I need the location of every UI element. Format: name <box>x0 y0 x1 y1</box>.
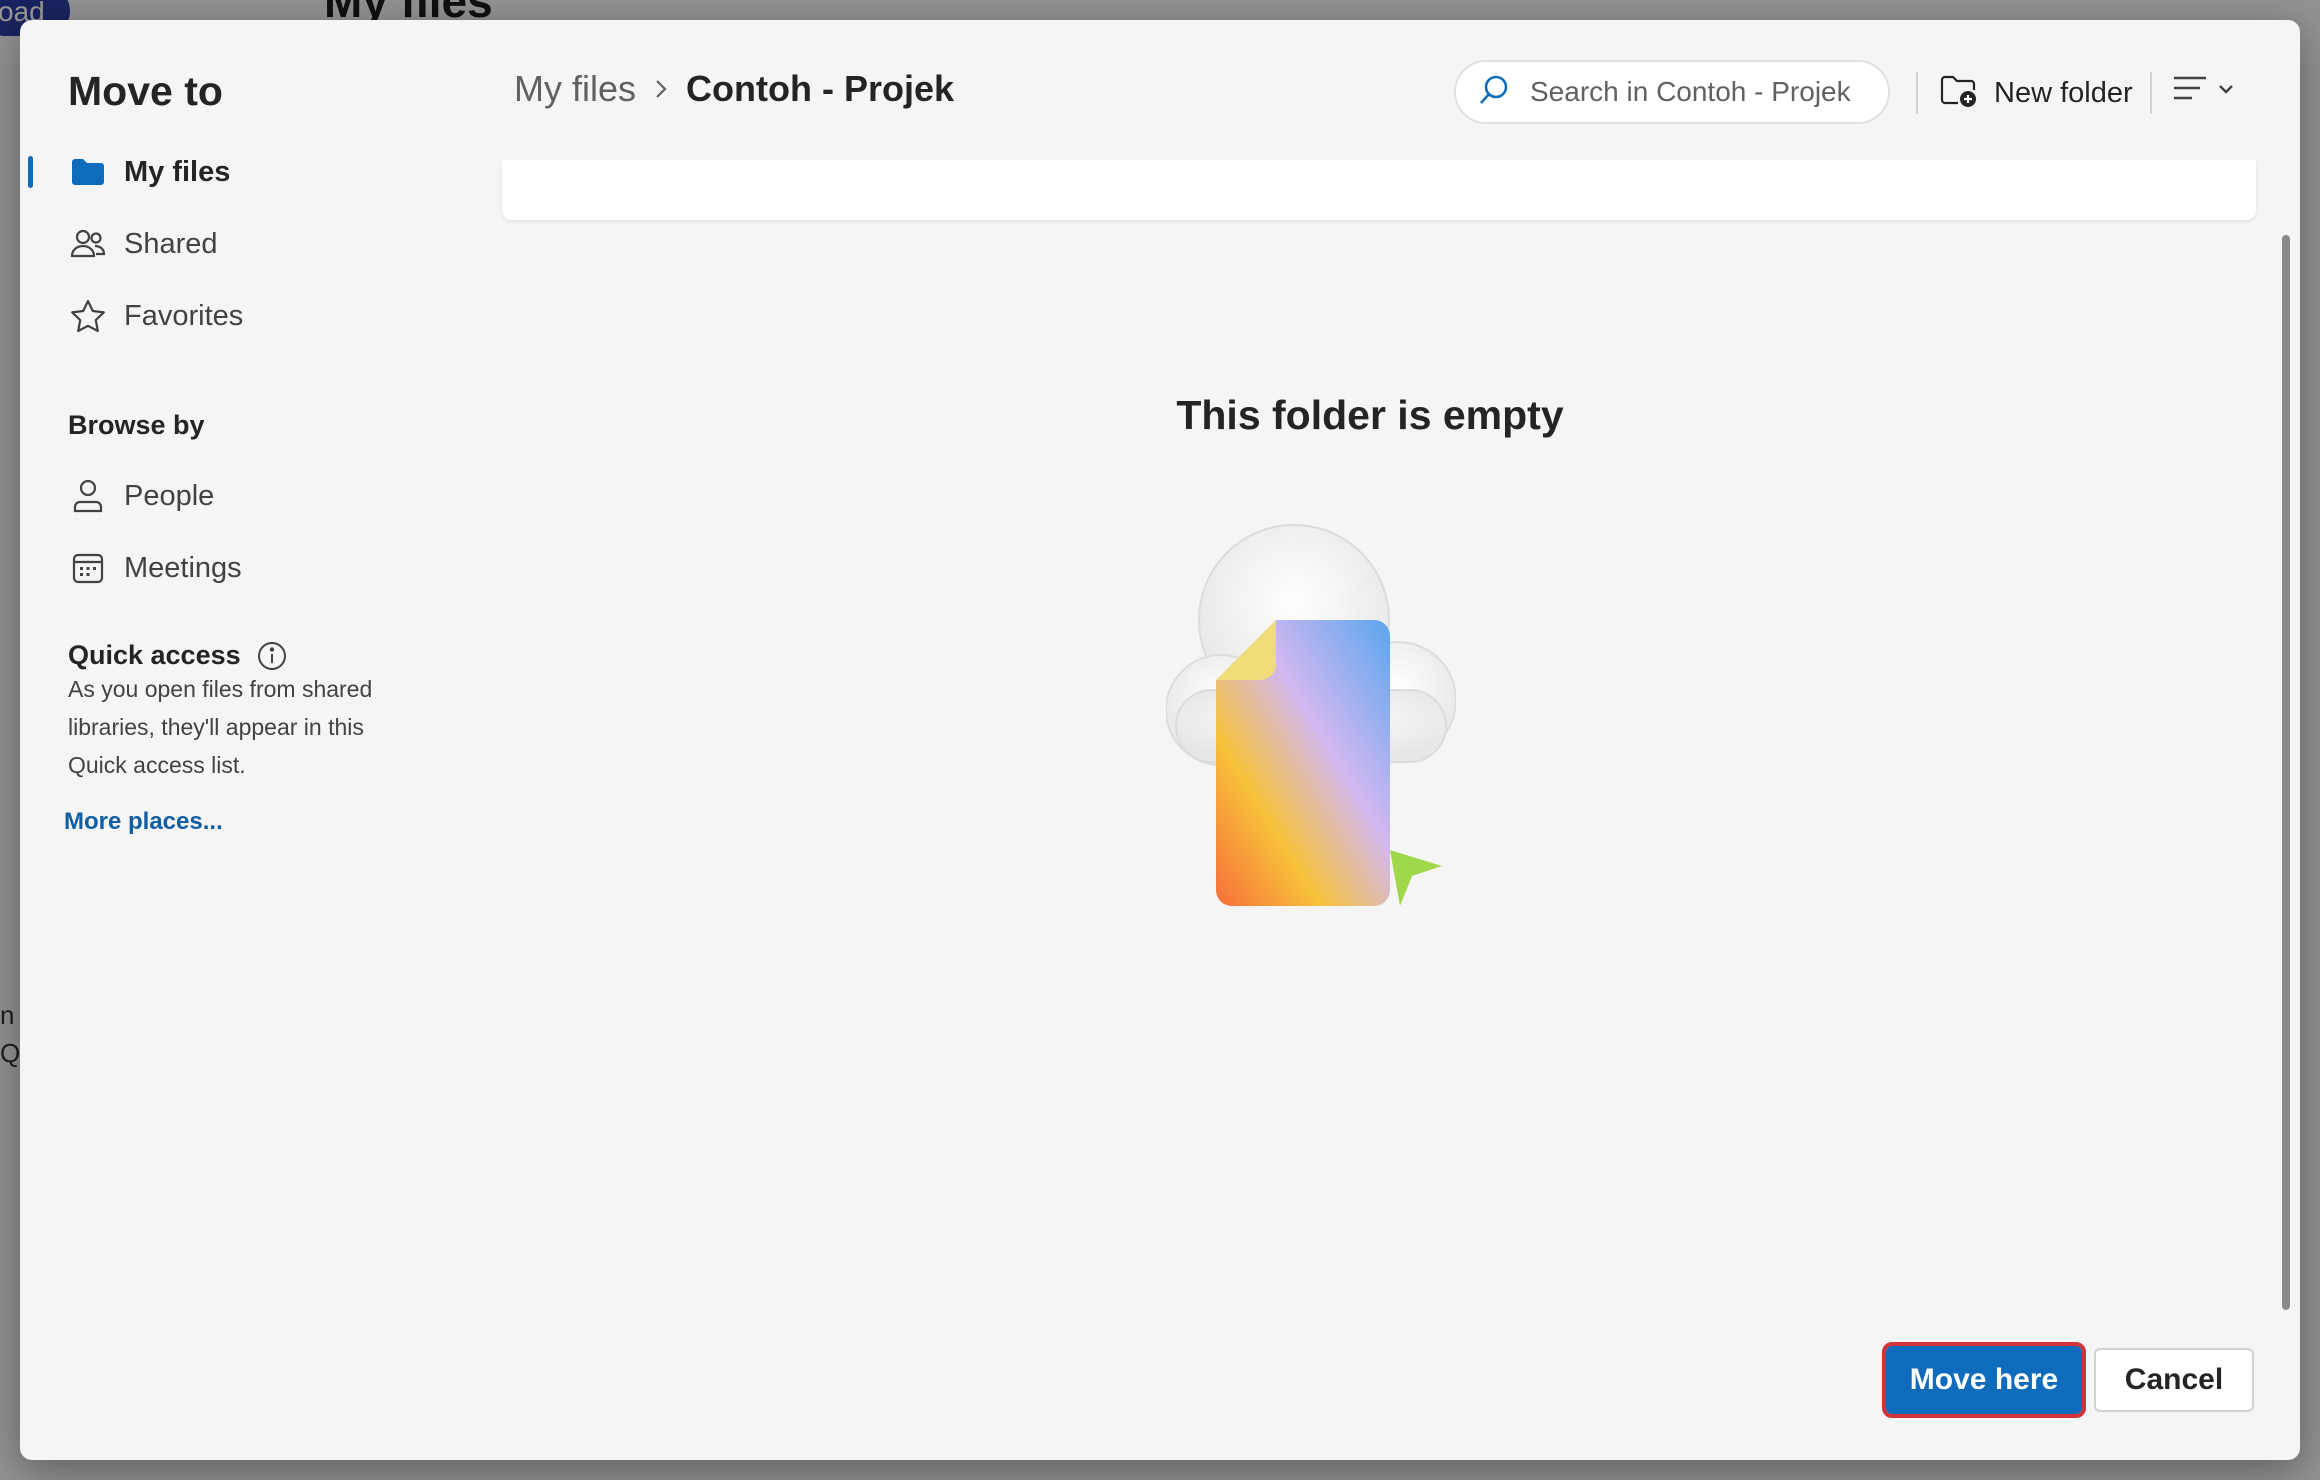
star-icon <box>68 296 108 336</box>
sidebar-item-label: Shared <box>124 227 218 260</box>
folder-icon <box>68 152 108 192</box>
toolbar-divider <box>1916 72 1918 114</box>
search-box[interactable] <box>1454 60 1890 124</box>
sidebar-item-my-files[interactable]: My files <box>68 144 230 200</box>
sidebar-item-label: My files <box>124 155 231 188</box>
sidebar-item-label: People <box>124 479 215 512</box>
browse-by-heading: Browse by <box>68 410 205 440</box>
sidebar-item-label: Meetings <box>124 551 242 584</box>
sidebar-item-people[interactable]: People <box>68 468 214 524</box>
file-list-header <box>502 160 2256 220</box>
sidebar-item-shared[interactable]: Shared <box>68 216 218 272</box>
person-icon <box>68 476 108 516</box>
empty-state-text: This folder is empty <box>1176 392 1564 438</box>
cancel-button[interactable]: Cancel <box>2094 1348 2254 1412</box>
people-icon <box>68 224 108 264</box>
move-to-dialog: Move to My files Shared Favorites Browse… <box>20 20 2300 1460</box>
calendar-icon <box>68 548 108 588</box>
chevron-down-icon <box>2218 82 2234 100</box>
quick-access-description: As you open files from shared libraries,… <box>68 676 373 778</box>
quick-access-label: Quick access <box>68 640 241 670</box>
info-icon[interactable] <box>257 641 287 671</box>
empty-state-title: This folder is empty <box>20 392 2300 439</box>
sidebar-item-meetings[interactable]: Meetings <box>68 540 242 596</box>
active-indicator <box>28 156 33 188</box>
new-folder-button[interactable]: New folder <box>1940 70 2133 116</box>
search-input[interactable] <box>1528 75 1862 109</box>
search-icon <box>1478 74 1514 110</box>
dialog-title: Move to <box>68 68 223 114</box>
breadcrumb-parent[interactable]: My files <box>514 68 636 110</box>
more-places-link[interactable]: More places... <box>64 808 223 836</box>
folder-add-icon <box>1940 73 1980 113</box>
toolbar-divider <box>2150 72 2152 114</box>
sidebar-item-label: Favorites <box>124 299 244 332</box>
move-here-button[interactable]: Move here <box>1882 1342 2086 1418</box>
empty-folder-illustration <box>1165 510 1457 930</box>
scrollbar[interactable] <box>2282 235 2290 1310</box>
view-options-button[interactable] <box>2172 74 2234 107</box>
quick-access-heading: Quick access <box>68 640 287 671</box>
new-folder-label: New folder <box>1994 76 2133 109</box>
chevron-right-icon <box>654 78 668 100</box>
breadcrumb: My files Contoh - Projek <box>514 68 954 110</box>
list-view-icon <box>2172 74 2208 107</box>
breadcrumb-current: Contoh - Projek <box>686 68 955 109</box>
sidebar-item-favorites[interactable]: Favorites <box>68 288 243 344</box>
